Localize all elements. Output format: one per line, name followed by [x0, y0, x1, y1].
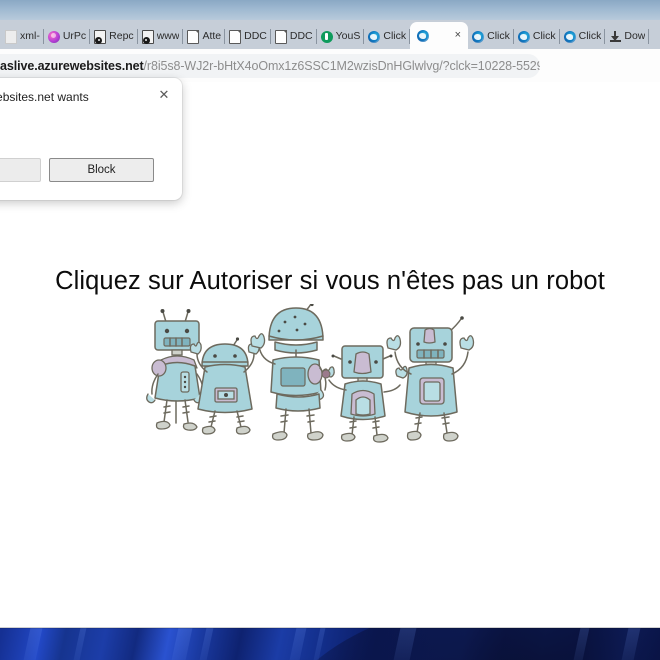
permission-description: notifications — [0, 122, 168, 134]
notification-permission-popup[interactable]: live.azurewebsites.net wants ✕ notificat… — [0, 78, 182, 200]
tab-ddc-2[interactable]: DDC — [271, 24, 317, 49]
robot-3 — [250, 302, 327, 441]
tab-label: YouS — [335, 31, 361, 42]
tab-label: Repc — [109, 31, 134, 42]
new-tab-button[interactable]: + — [655, 29, 660, 49]
window-title-strip — [0, 0, 660, 20]
tab-repc[interactable]: Repc — [90, 24, 138, 49]
tab-yous[interactable]: YouS — [317, 24, 365, 49]
tab-strip[interactable]: xml- UrPc Repc www Atte DDC DDC YouS Cli… — [0, 20, 660, 49]
url-text: s://bestcalaslive.azurewebsites.net/r8i5… — [0, 59, 540, 73]
tab-label: Click — [578, 31, 602, 42]
edge-icon — [563, 30, 576, 43]
tab-label: Click — [532, 31, 556, 42]
block-button[interactable]: Block — [49, 158, 154, 182]
dark-document-icon — [141, 29, 154, 44]
document-icon — [187, 29, 200, 44]
url-host: s://bestcalaslive.azurewebsites.net — [0, 59, 144, 73]
tab-label: UrPc — [62, 31, 87, 42]
tab-click-2[interactable]: Click — [468, 24, 514, 49]
document-icon — [229, 29, 242, 44]
permission-actions: llow Block — [0, 158, 154, 182]
tab-label: Dow — [624, 31, 646, 42]
green-circle-icon — [320, 30, 333, 43]
robot-1 — [146, 309, 204, 431]
tab-label: www — [156, 31, 180, 42]
tab-label: Click — [487, 31, 510, 42]
firefox-icon — [47, 30, 60, 43]
five-cartoon-robots-illustration: .ol { fill:none; stroke:#6d6a5e; stroke-… — [145, 302, 475, 444]
tab-ddc-1[interactable]: DDC — [225, 24, 271, 49]
tab-urpc[interactable]: UrPc — [44, 24, 91, 49]
screen: xml- UrPc Repc www Atte DDC DDC YouS Cli… — [0, 0, 660, 660]
download-icon — [609, 30, 621, 43]
tab-label: DDC — [244, 31, 267, 42]
tab-label: Atte — [202, 31, 222, 42]
tab-www[interactable]: www — [138, 24, 184, 49]
allow-button[interactable]: llow — [0, 158, 41, 182]
tab-label: Click — [383, 31, 407, 42]
robot-5 — [386, 316, 475, 442]
browser-window: xml- UrPc Repc www Atte DDC DDC YouS Cli… — [0, 0, 660, 628]
address-bar[interactable]: s://bestcalaslive.azurewebsites.net/r8i5… — [0, 54, 540, 78]
close-icon[interactable]: ✕ — [156, 87, 172, 103]
robot-2 — [189, 337, 260, 435]
dark-document-icon — [94, 29, 107, 44]
edge-icon — [368, 30, 381, 43]
edge-icon — [517, 30, 530, 43]
tab-atte[interactable]: Atte — [183, 24, 225, 49]
tab-click-4[interactable]: Click — [560, 24, 606, 49]
tab-label: xml- — [20, 31, 40, 42]
tab-click-1[interactable]: Click — [364, 24, 410, 49]
url-path: /r8i5s8-WJ2r-bHtX4oOmx1z6SSC1M2wzisDnHGl… — [143, 59, 540, 73]
tab-xml[interactable]: xml- — [1, 24, 44, 49]
tab-active-click[interactable]: × — [410, 22, 469, 49]
blank-icon — [5, 29, 17, 44]
page-title: Cliquez sur Autoriser si vous n'êtes pas… — [55, 267, 605, 295]
window-bottom-edge — [0, 627, 660, 628]
close-icon[interactable]: × — [454, 30, 462, 41]
edge-icon — [417, 29, 430, 42]
robot-4 — [321, 345, 408, 443]
tab-label: DDC — [289, 31, 313, 42]
edge-icon — [472, 30, 485, 43]
tab-click-3[interactable]: Click — [514, 24, 560, 49]
document-icon — [274, 29, 287, 44]
tab-downloads[interactable]: Dow — [605, 24, 650, 49]
permission-title: live.azurewebsites.net wants — [0, 90, 89, 104]
